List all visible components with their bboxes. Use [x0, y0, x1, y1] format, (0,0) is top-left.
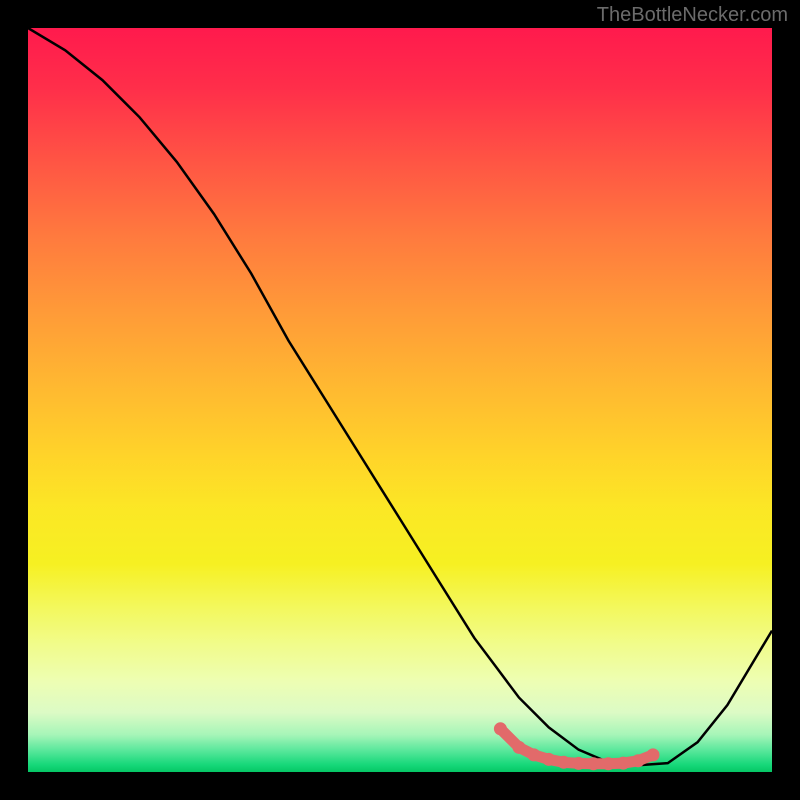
highlight-curve-line — [494, 722, 660, 770]
main-curve-line — [28, 28, 772, 765]
watermark-text: TheBottleNecker.com — [597, 4, 788, 27]
chart-plot-area — [28, 28, 772, 772]
chart-svg — [28, 28, 772, 772]
